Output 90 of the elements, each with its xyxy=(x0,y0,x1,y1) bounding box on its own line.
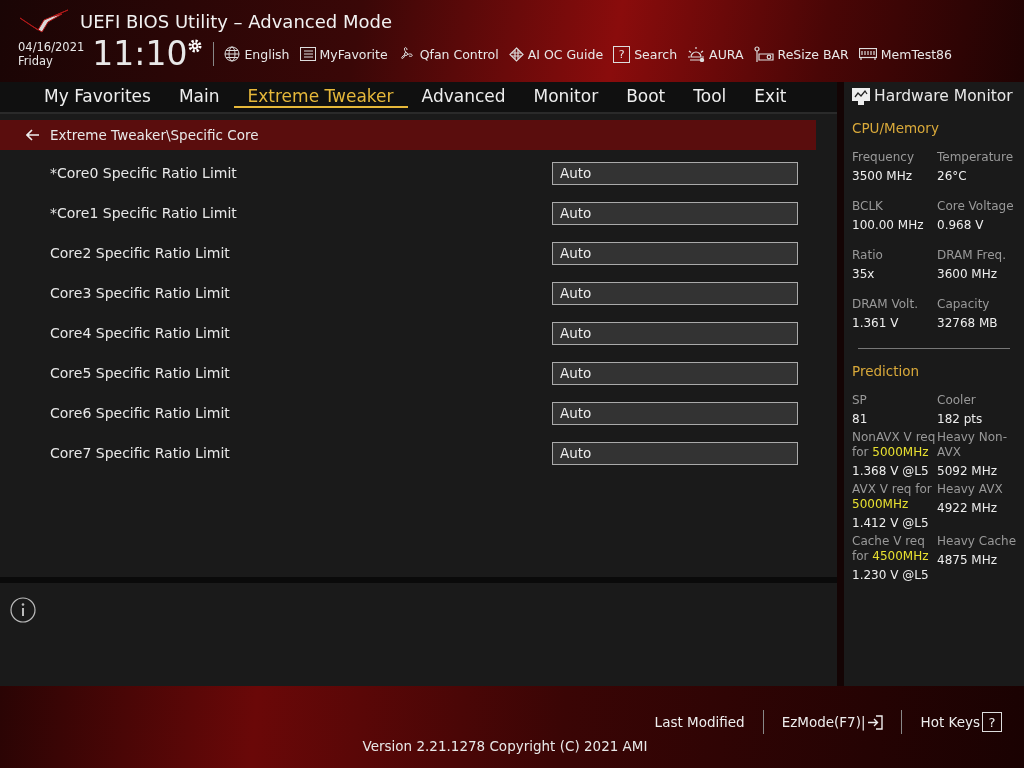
chip-icon xyxy=(508,46,524,62)
light-icon xyxy=(687,46,706,62)
menu-tab[interactable]: Boot xyxy=(612,86,680,108)
setting-dropdown[interactable]: Auto xyxy=(552,161,798,185)
metric-value: 5092 MHz xyxy=(937,464,999,478)
toolbar-button[interactable]: Qfan Control xyxy=(397,46,499,62)
toolbar-button[interactable]: ? Search xyxy=(613,45,678,63)
metric-value: 0.968 V xyxy=(937,218,985,232)
setting-dropdown[interactable]: Auto xyxy=(552,401,798,425)
metric-value: 3500 MHz xyxy=(852,169,914,183)
metric-label: Core Voltage xyxy=(937,199,1015,214)
setting-label: Core4 Specific Ratio Limit xyxy=(50,325,230,341)
toolbar-button[interactable]: AURA xyxy=(687,46,744,62)
weekday-text: Friday xyxy=(18,54,54,68)
metric-label: Ratio xyxy=(852,248,884,263)
metric-label: Temperature xyxy=(937,150,1014,165)
metric-value: 26°C xyxy=(937,169,968,183)
metric-value: 4875 MHz xyxy=(937,553,999,567)
metric-label: Frequency xyxy=(852,150,915,165)
setting-dropdown[interactable]: Auto xyxy=(552,241,798,265)
metric-value: 182 pts xyxy=(937,412,984,426)
metric-label: AVX V req for 5000MHz xyxy=(852,482,933,512)
metric-label: DRAM Volt. xyxy=(852,297,919,312)
info-icon xyxy=(10,597,36,623)
help-icon: ? xyxy=(613,45,631,63)
back-arrow-icon[interactable] xyxy=(26,129,40,141)
setting-label: Core7 Specific Ratio Limit xyxy=(50,445,230,461)
section-title: Prediction xyxy=(852,363,921,379)
toolbar-button[interactable]: English xyxy=(224,46,290,62)
menu-tab[interactable]: Tool xyxy=(679,86,741,108)
date-text: 04/16/2021 xyxy=(18,40,85,54)
metric-value: 32768 MB xyxy=(937,316,999,330)
menu-tab[interactable]: My Favorites xyxy=(30,86,165,108)
toolbar-button[interactable]: AI OC Guide xyxy=(508,46,604,62)
metric-label: Heavy Non-AVX xyxy=(937,430,1009,460)
metric-value: 1.230 V @L5 xyxy=(852,568,930,582)
toolbar-button[interactable]: MyFavorite xyxy=(299,46,388,62)
setting-dropdown[interactable]: Auto xyxy=(552,361,798,385)
metric-label: SP xyxy=(852,393,868,408)
logo-icon xyxy=(18,8,70,34)
metric-label: Heavy Cache xyxy=(937,534,1018,549)
setting-dropdown[interactable]: Auto xyxy=(552,441,798,465)
help-icon: ? xyxy=(982,712,1002,732)
menu-tab[interactable]: Main xyxy=(164,86,234,108)
list-icon xyxy=(299,47,316,61)
panel-title: Hardware Monitor xyxy=(874,87,1013,105)
setting-label: Core2 Specific Ratio Limit xyxy=(50,245,230,261)
memory-icon xyxy=(858,48,877,60)
setting-dropdown[interactable]: Auto xyxy=(552,321,798,345)
metric-value: 1.412 V @L5 xyxy=(852,516,930,530)
footer-button[interactable]: Last Modified xyxy=(646,714,753,730)
window-title: UEFI BIOS Utility – Advanced Mode xyxy=(80,10,392,32)
setting-dropdown[interactable]: Auto xyxy=(552,281,798,305)
settings-icon[interactable] xyxy=(187,38,204,54)
metric-value: 1.368 V @L5 xyxy=(852,464,930,478)
metric-value: 100.00 MHz xyxy=(852,218,925,232)
metric-label: Capacity xyxy=(937,297,991,312)
expansion-card-icon xyxy=(753,45,774,63)
toolbar-button[interactable]: MemTest86 xyxy=(858,46,952,62)
toolbar-button[interactable]: ReSize BAR xyxy=(753,45,849,63)
section-title: CPU/Memory xyxy=(852,120,940,136)
metric-value: 4922 MHz xyxy=(937,501,999,515)
metric-label: NonAVX V req for 5000MHz xyxy=(852,430,937,460)
metric-label: Heavy AVX xyxy=(937,482,1004,497)
metric-value: 81 xyxy=(852,412,869,426)
setting-dropdown[interactable]: Auto xyxy=(552,201,798,225)
menu-tab[interactable]: Exit xyxy=(740,86,801,108)
metric-value: 35x xyxy=(852,267,876,281)
setting-label: Core3 Specific Ratio Limit xyxy=(50,285,230,301)
footer-button[interactable]: EzMode(F7)| xyxy=(773,714,892,730)
metric-value: 1.361 V xyxy=(852,316,900,330)
monitor-icon xyxy=(852,87,870,105)
setting-label: Core6 Specific Ratio Limit xyxy=(50,405,230,421)
metric-value: 3600 MHz xyxy=(937,267,999,281)
version-text: Version 2.21.1278 Copyright (C) 2021 AMI xyxy=(362,738,648,754)
metric-label: Cache V req for 4500MHz xyxy=(852,534,930,564)
metric-label: BCLK xyxy=(852,199,884,214)
setting-label: *Core1 Specific Ratio Limit xyxy=(50,205,237,221)
menu-tab[interactable]: Extreme Tweaker xyxy=(233,86,408,108)
exit-icon xyxy=(867,714,884,730)
clock-time: 11:10 xyxy=(92,36,188,72)
metric-label: Cooler xyxy=(937,393,977,408)
breadcrumb-text: Extreme Tweaker\Specific Core xyxy=(50,127,259,143)
setting-label: Core5 Specific Ratio Limit xyxy=(50,365,230,381)
metric-label: DRAM Freq. xyxy=(937,248,1007,263)
menu-tab[interactable]: Monitor xyxy=(519,86,613,108)
menu-tab[interactable]: Advanced xyxy=(407,86,520,108)
globe-icon xyxy=(224,46,241,62)
setting-label: *Core0 Specific Ratio Limit xyxy=(50,165,237,181)
footer-button[interactable]: Hot Keys ? xyxy=(912,712,1010,732)
